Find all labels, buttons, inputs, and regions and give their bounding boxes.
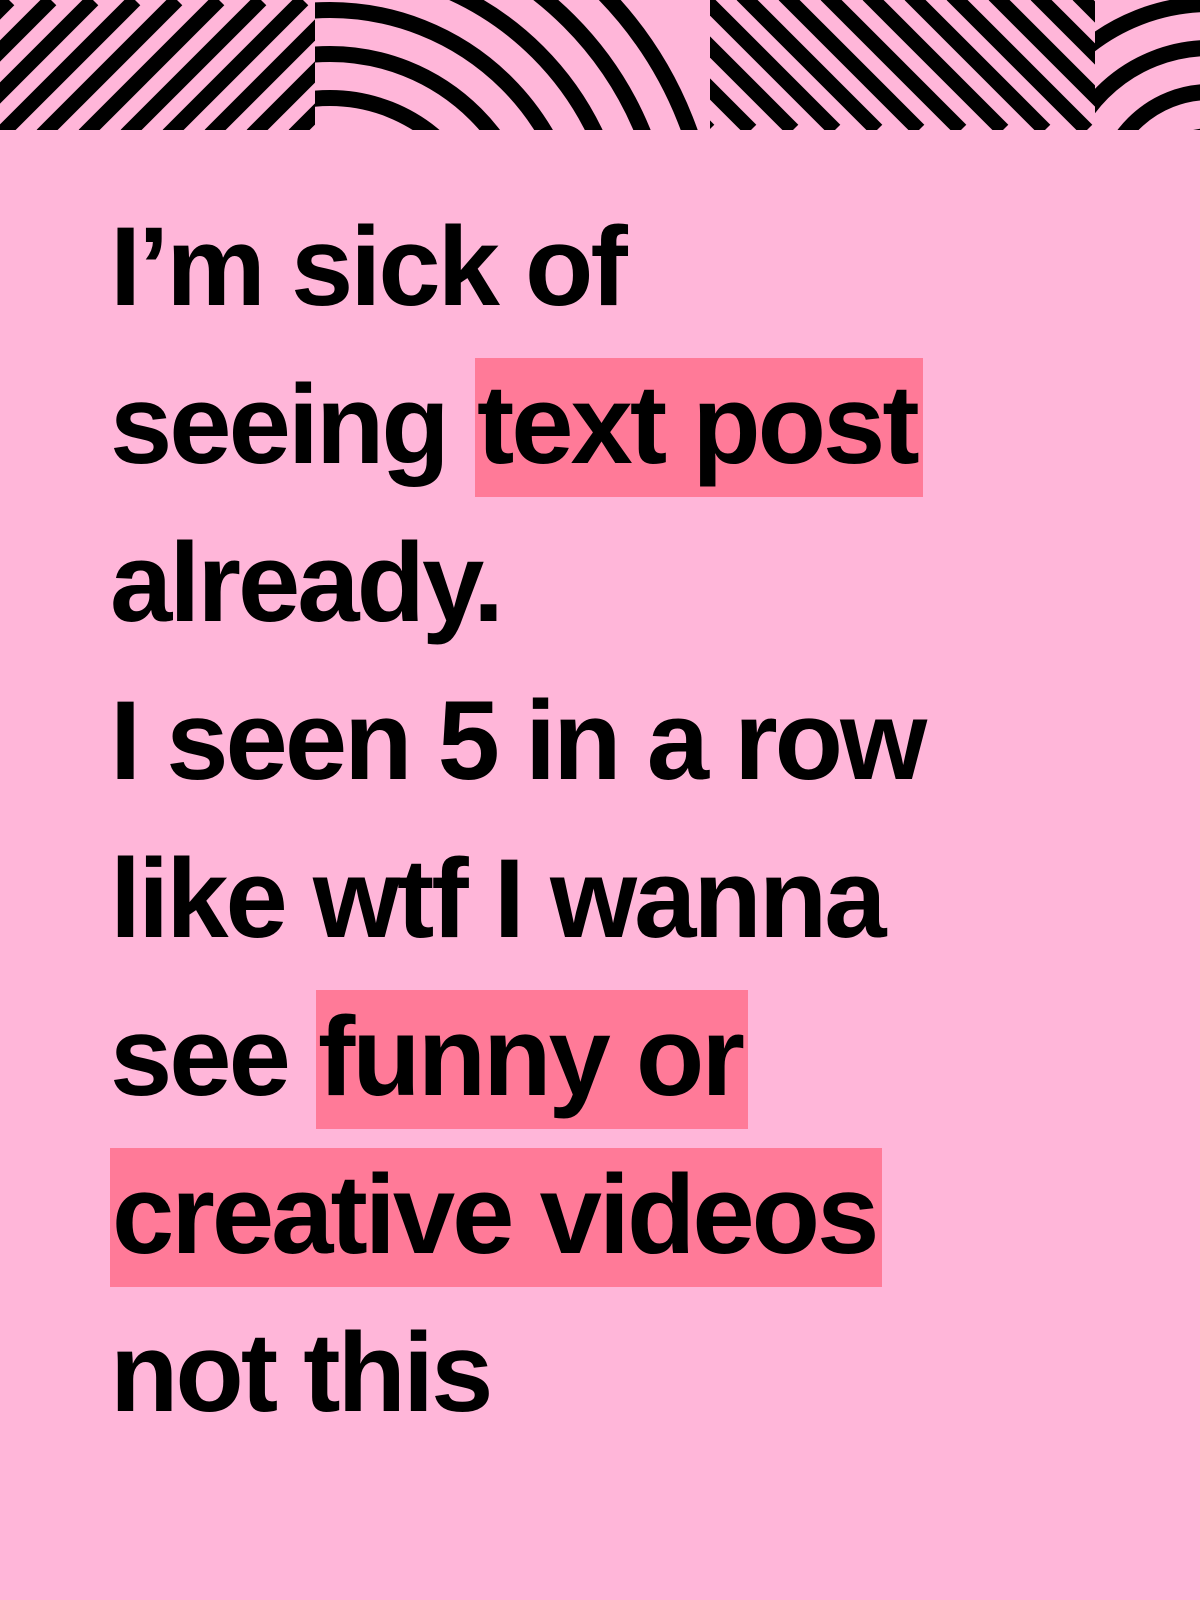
highlighted-text: creative videos (110, 1148, 883, 1287)
plain-text: seeing (110, 362, 475, 487)
plain-text: I’m sick of (110, 204, 628, 329)
text-line: already. (110, 504, 1110, 662)
plain-text: not this (110, 1310, 493, 1435)
highlighted-text: funny or (315, 990, 748, 1129)
pattern-stripe (0, 0, 15, 20)
pattern-stripe (1117, 84, 1200, 130)
text-line: seeing text post (110, 346, 1110, 504)
text-line: I’m sick of (110, 188, 1110, 346)
plain-text: see (110, 994, 316, 1119)
highlighted-text: text post (474, 358, 923, 497)
pattern-stripe (970, 0, 1200, 130)
striped-pattern-banner (0, 0, 1200, 130)
text-line: like wtf I wanna (110, 820, 1110, 978)
plain-text: already. (110, 520, 504, 645)
text-line: not this (110, 1294, 1110, 1452)
text-line: see funny or (110, 978, 1110, 1136)
pattern-stripe (1162, 0, 1200, 130)
plain-text: I seen 5 in a row (110, 678, 927, 803)
text-line: creative videos (110, 1136, 1110, 1294)
text-line: I seen 5 in a row (110, 662, 1110, 820)
striped-geometric-pattern-icon (0, 0, 1200, 130)
plain-text: like wtf I wanna (110, 836, 887, 961)
post-text: I’m sick of seeing text post already. I see… (110, 188, 1110, 1452)
pattern-stripe (1095, 0, 1200, 52)
